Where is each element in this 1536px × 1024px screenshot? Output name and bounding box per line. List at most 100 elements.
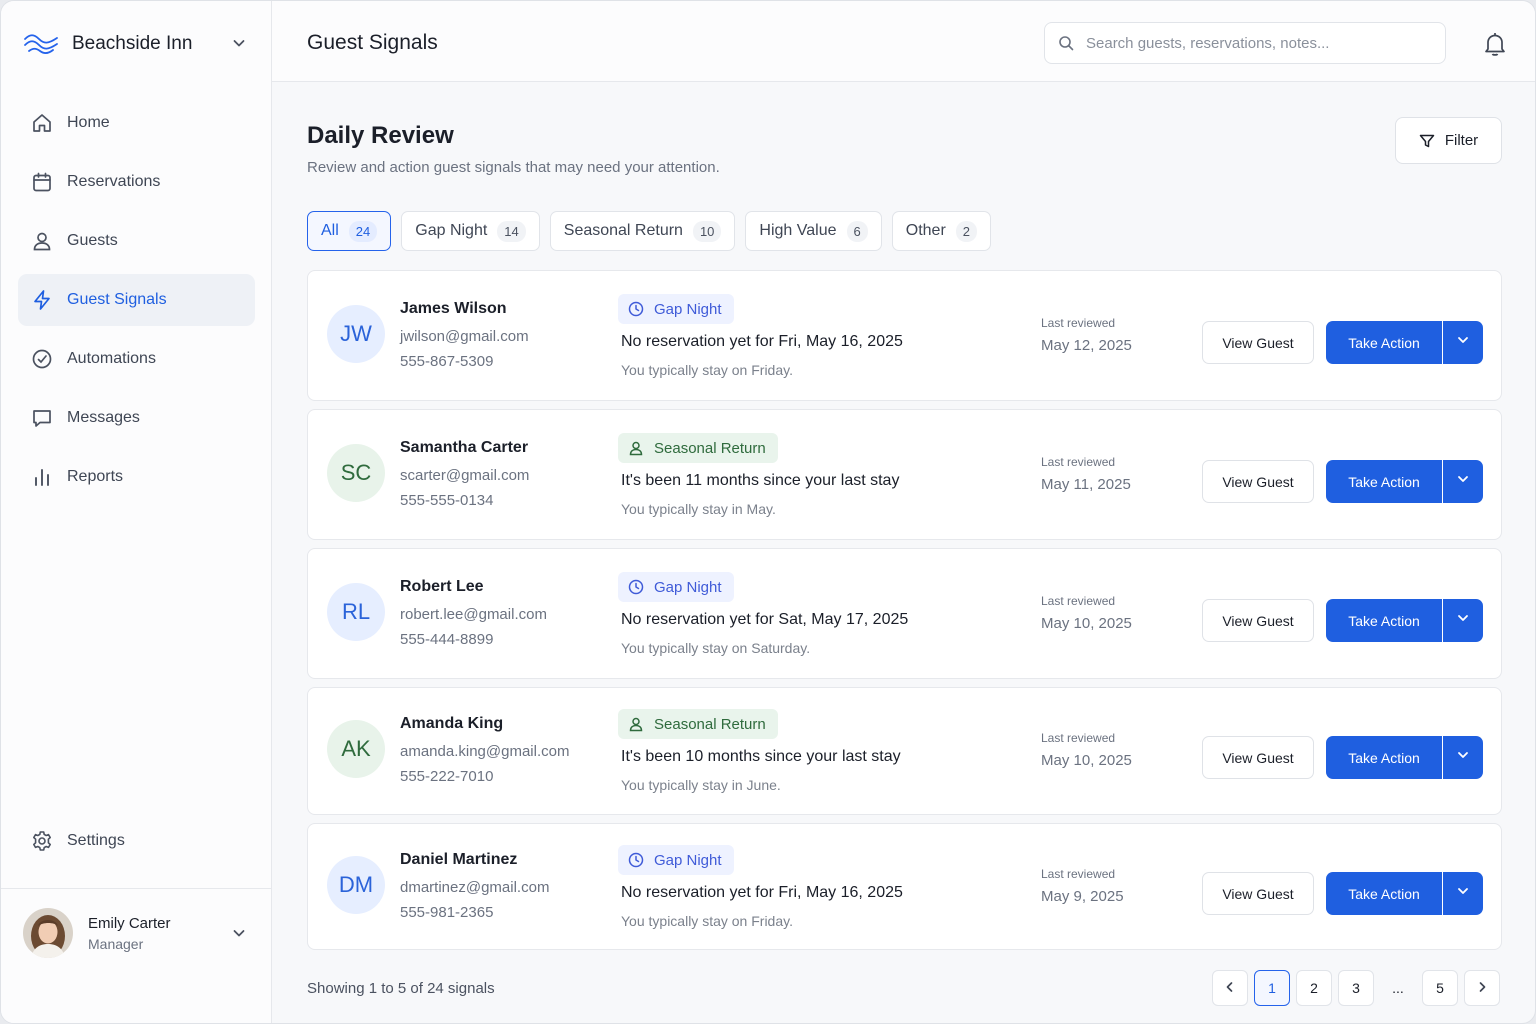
previous-page-button[interactable] xyxy=(1212,970,1248,1006)
tab-label: Other xyxy=(905,222,946,239)
last-reviewed-date: May 10, 2025 xyxy=(1041,615,1132,632)
message-icon xyxy=(31,407,53,429)
signal-title: No reservation yet for Fri, May 16, 2025 xyxy=(621,333,903,350)
tab-label: High Value xyxy=(759,222,837,239)
property-switcher[interactable]: Beachside Inn xyxy=(23,27,255,61)
sidebar-item-label: Reports xyxy=(67,468,124,485)
signal-title: It's been 11 months since your last stay xyxy=(621,472,900,489)
gear-icon xyxy=(31,830,53,852)
tab-high-value[interactable]: High Value 6 xyxy=(745,211,882,251)
results-summary: Showing 1 to 5 of 24 signals xyxy=(307,980,495,997)
take-action-menu-button[interactable] xyxy=(1443,321,1483,364)
guest-email: robert.lee@gmail.com xyxy=(400,606,547,623)
last-reviewed-date: May 11, 2025 xyxy=(1041,476,1131,493)
top-bar: Guest Signals xyxy=(272,1,1535,82)
guest-name[interactable]: Daniel Martinez xyxy=(400,851,517,869)
take-action-button[interactable]: Take Action xyxy=(1326,872,1442,915)
tab-all[interactable]: All 24 xyxy=(307,211,392,251)
take-action-button[interactable]: Take Action xyxy=(1326,736,1442,779)
chevron-down-icon xyxy=(231,35,247,56)
view-guest-button[interactable]: View Guest xyxy=(1202,460,1314,503)
page-button[interactable]: 2 xyxy=(1296,970,1332,1006)
app-window: Beachside Inn Home Reservations Guests G… xyxy=(0,0,1536,1024)
user-role: Manager xyxy=(88,935,144,952)
tab-label: Gap Night xyxy=(415,222,488,239)
clock-icon xyxy=(628,579,644,595)
view-guest-button[interactable]: View Guest xyxy=(1202,736,1314,779)
clock-icon xyxy=(628,301,644,317)
tab-label: Seasonal Return xyxy=(563,222,683,239)
signal-type-label: Gap Night xyxy=(654,851,722,869)
guest-initials-avatar: DM xyxy=(327,856,385,914)
signal-tabs: All 24 Gap Night 14 Seasonal Return 10 H… xyxy=(307,211,1001,251)
take-action-menu-button[interactable] xyxy=(1443,599,1483,642)
tab-count: 6 xyxy=(846,220,868,242)
guest-name[interactable]: Robert Lee xyxy=(400,578,484,596)
tab-other[interactable]: Other 2 xyxy=(891,211,991,251)
last-reviewed-label: Last reviewed xyxy=(1041,731,1116,745)
guest-phone: 555-981-2365 xyxy=(400,904,494,921)
signal-subtitle: You typically stay in May. xyxy=(621,501,776,517)
sidebar-item-messages[interactable]: Messages xyxy=(18,392,255,444)
sidebar-item-guests[interactable]: Guests xyxy=(18,215,255,267)
sidebar-item-label: Settings xyxy=(67,832,125,849)
sidebar-item-label: Guests xyxy=(67,232,118,249)
chevron-down-icon xyxy=(1456,884,1470,903)
property-name: Beachside Inn xyxy=(72,33,193,54)
sidebar-item-label: Guest Signals xyxy=(67,291,167,308)
sidebar-item-reports[interactable]: Reports xyxy=(18,451,255,503)
page-button[interactable]: 5 xyxy=(1422,970,1458,1006)
calendar-icon xyxy=(31,171,53,193)
guest-name[interactable]: James Wilson xyxy=(400,300,507,318)
signal-card: RL Robert Lee robert.lee@gmail.com 555-4… xyxy=(307,548,1502,679)
page-button[interactable]: 3 xyxy=(1338,970,1374,1006)
signal-type-label: Gap Night xyxy=(654,300,722,318)
page-button[interactable]: 1 xyxy=(1254,970,1290,1006)
signal-type-badge: Gap Night xyxy=(618,845,734,875)
user-icon xyxy=(628,716,644,732)
user-menu[interactable]: Emily Carter Manager xyxy=(23,907,255,959)
sidebar-item-settings[interactable]: Settings xyxy=(18,815,255,867)
signal-type-label: Gap Night xyxy=(654,578,722,596)
sidebar-item-guest-signals[interactable]: Guest Signals xyxy=(18,274,255,326)
signal-title: No reservation yet for Sat, May 17, 2025 xyxy=(621,611,909,628)
signal-subtitle: You typically stay in June. xyxy=(621,777,781,793)
view-guest-button[interactable]: View Guest xyxy=(1202,321,1314,364)
guest-phone: 555-222-7010 xyxy=(400,768,494,785)
guest-initials-avatar: AK xyxy=(327,720,385,778)
last-reviewed-label: Last reviewed xyxy=(1041,867,1116,881)
bell-icon[interactable] xyxy=(1481,30,1509,58)
signal-type-badge: Gap Night xyxy=(618,294,734,324)
settings-section: Settings xyxy=(18,815,255,874)
take-action-button[interactable]: Take Action xyxy=(1326,321,1442,364)
chevron-down-icon xyxy=(1456,333,1470,352)
user-info: Emily Carter Manager xyxy=(88,915,171,952)
take-action-menu-button[interactable] xyxy=(1443,460,1483,503)
filter-button[interactable]: Filter xyxy=(1395,117,1502,164)
tab-seasonal-return[interactable]: Seasonal Return 10 xyxy=(549,211,736,251)
guest-initials-avatar: SC xyxy=(327,444,385,502)
chevron-down-icon xyxy=(1456,611,1470,630)
guest-name[interactable]: Samantha Carter xyxy=(400,439,528,457)
page-title: Guest Signals xyxy=(307,31,438,54)
sidebar-item-label: Home xyxy=(67,114,110,131)
take-action-button[interactable]: Take Action xyxy=(1326,599,1442,642)
sidebar-item-label: Automations xyxy=(67,350,156,367)
tab-gap-night[interactable]: Gap Night 14 xyxy=(401,211,540,251)
take-action-button[interactable]: Take Action xyxy=(1326,460,1442,503)
guest-email: jwilson@gmail.com xyxy=(400,328,529,345)
next-page-button[interactable] xyxy=(1464,970,1500,1006)
view-guest-button[interactable]: View Guest xyxy=(1202,872,1314,915)
guest-email: dmartinez@gmail.com xyxy=(400,879,550,896)
sidebar-item-home[interactable]: Home xyxy=(18,97,255,149)
guest-name[interactable]: Amanda King xyxy=(400,715,503,733)
search-input[interactable] xyxy=(1086,34,1426,52)
sidebar-item-reservations[interactable]: Reservations xyxy=(18,156,255,208)
sidebar-item-automations[interactable]: Automations xyxy=(18,333,255,385)
take-action-menu-button[interactable] xyxy=(1443,736,1483,779)
guest-phone: 555-444-8899 xyxy=(400,631,494,648)
view-guest-button[interactable]: View Guest xyxy=(1202,599,1314,642)
main-content: Daily Review Review and action guest sig… xyxy=(272,82,1535,1023)
take-action-menu-button[interactable] xyxy=(1443,872,1483,915)
search-box xyxy=(1044,22,1446,64)
